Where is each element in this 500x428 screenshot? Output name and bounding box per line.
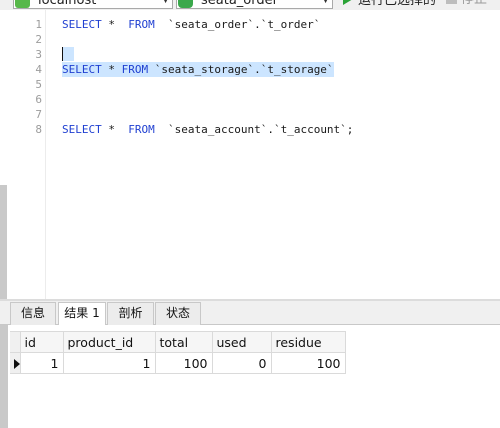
- chevron-down-icon: ▼: [162, 0, 169, 5]
- row-indicator-header: [10, 331, 21, 353]
- code-text: SELECT * FROM `seata_order`.`t_order`: [62, 17, 320, 32]
- sql-token: `seata_order`.`t_order`: [154, 18, 321, 31]
- column-header-id[interactable]: id: [19, 331, 64, 353]
- code-line[interactable]: 8 SELECT * FROM `seata_account`.`t_accou…: [0, 122, 500, 137]
- sql-token: `seata_account`.`t_account`;: [154, 123, 354, 136]
- grid-edge-bar: [0, 325, 8, 428]
- line-number: 8: [35, 123, 42, 136]
- column-header-used[interactable]: used: [211, 331, 272, 353]
- sql-token: *: [101, 123, 129, 136]
- selected-code-text: SELECT * FROM `seata_storage`.`t_storage…: [62, 62, 334, 77]
- tab-profile[interactable]: 剖析: [107, 302, 154, 325]
- tab-status[interactable]: 状态: [155, 302, 201, 325]
- chevron-down-icon: ▼: [322, 0, 329, 5]
- cell-total[interactable]: 100: [154, 352, 213, 374]
- toolbar: localhost ▼ seata_order ▼ 运行已选择的 停止: [0, 0, 500, 10]
- table-row[interactable]: 1 1 100 0 100: [10, 352, 346, 374]
- stop-icon: [446, 0, 457, 4]
- line-number: 4: [35, 63, 42, 76]
- header-row: id product_id total used residue: [10, 331, 346, 353]
- code-line[interactable]: 3: [0, 47, 500, 62]
- cell-residue[interactable]: 100: [270, 352, 346, 374]
- code-line[interactable]: 7: [0, 107, 500, 122]
- result-grid: id product_id total used residue 1 1 100…: [10, 331, 346, 374]
- code-line[interactable]: 1 SELECT * FROM `seata_order`.`t_order`: [0, 17, 500, 32]
- play-icon: [343, 0, 353, 5]
- code-line[interactable]: 4 SELECT * FROM `seata_storage`.`t_stora…: [0, 62, 500, 77]
- text-caret: [62, 47, 74, 61]
- sql-token: `seata_storage`.`t_storage`: [148, 63, 334, 76]
- code-line[interactable]: 2: [0, 32, 500, 47]
- code-line[interactable]: 6: [0, 92, 500, 107]
- tab-result-1[interactable]: 结果 1: [58, 302, 106, 326]
- code-line[interactable]: 5: [0, 77, 500, 92]
- database-select[interactable]: seata_order ▼: [176, 0, 333, 9]
- row-pointer-icon: [13, 358, 20, 369]
- connection-select[interactable]: localhost ▼: [13, 0, 173, 9]
- code-text: SELECT * FROM `seata_account`.`t_account…: [62, 122, 353, 137]
- line-number: 7: [35, 108, 42, 121]
- sql-token: *: [101, 63, 122, 76]
- result-tabs: 信息 结果 1 剖析 状态: [0, 301, 500, 326]
- stop-button[interactable]: 停止: [446, 0, 487, 9]
- row-indicator[interactable]: [10, 352, 21, 374]
- sql-editor[interactable]: 1 SELECT * FROM `seata_order`.`t_order` …: [0, 10, 500, 299]
- column-header-product-id[interactable]: product_id: [62, 331, 156, 353]
- sql-keyword: SELECT: [62, 18, 102, 31]
- line-number: 3: [35, 48, 42, 61]
- connection-icon: [15, 0, 30, 8]
- stop-label: 停止: [461, 0, 487, 7]
- code-text: [62, 47, 74, 62]
- cell-id[interactable]: 1: [19, 352, 64, 374]
- cell-product-id[interactable]: 1: [62, 352, 156, 374]
- line-number: 1: [35, 18, 42, 31]
- sql-keyword: FROM: [121, 63, 149, 76]
- run-selected-button[interactable]: 运行已选择的: [343, 0, 436, 9]
- line-number: 5: [35, 78, 42, 91]
- sql-keyword: SELECT: [62, 63, 102, 76]
- line-number: 2: [35, 33, 42, 46]
- database-name: seata_order: [201, 0, 278, 8]
- database-icon: [178, 0, 193, 8]
- sql-keyword: SELECT: [62, 123, 102, 136]
- sql-keyword: FROM: [128, 123, 155, 136]
- cell-used[interactable]: 0: [211, 352, 272, 374]
- result-panel: id product_id total used residue 1 1 100…: [0, 325, 500, 428]
- sql-token: *: [101, 18, 129, 31]
- tab-info[interactable]: 信息: [10, 302, 56, 325]
- column-header-total[interactable]: total: [154, 331, 213, 353]
- run-selected-label: 运行已选择的: [358, 0, 437, 8]
- column-header-residue[interactable]: residue: [270, 331, 346, 353]
- sql-keyword: FROM: [128, 18, 155, 31]
- line-number: 6: [35, 93, 42, 106]
- connection-name: localhost: [38, 0, 97, 8]
- gutter-scroll-marker: [0, 185, 7, 299]
